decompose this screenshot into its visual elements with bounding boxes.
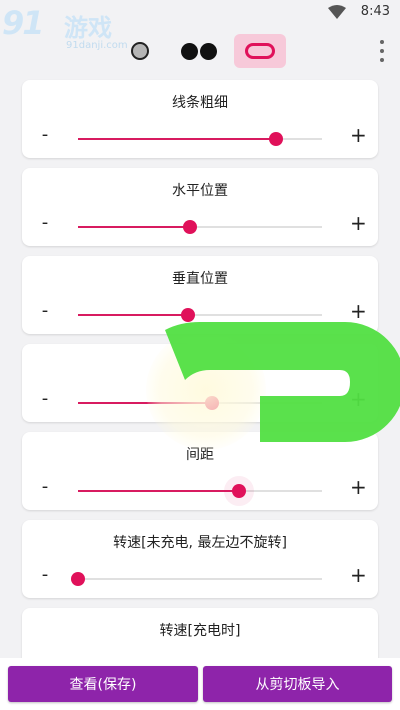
slider-fill: [78, 402, 213, 404]
slider-track[interactable]: [78, 396, 322, 410]
slider-fill: [78, 138, 276, 140]
slider-card: 线条粗细 - +: [22, 80, 378, 158]
slider-fill: [78, 226, 191, 228]
dot-icon: [181, 42, 198, 60]
slider-track[interactable]: [71, 572, 322, 586]
increase-button[interactable]: +: [350, 123, 367, 147]
decrease-button[interactable]: -: [38, 388, 52, 409]
increase-button[interactable]: +: [350, 563, 367, 587]
double-dot-shape-button[interactable]: [176, 34, 222, 68]
dot-icon: [200, 42, 217, 60]
slider-card: 间距 - +: [22, 432, 378, 510]
slider-thumb[interactable]: [268, 132, 283, 146]
single-dot-shape-button[interactable]: [126, 34, 154, 68]
slider-thumb[interactable]: [205, 396, 220, 410]
decrease-button[interactable]: -: [38, 476, 52, 497]
decrease-button[interactable]: -: [38, 212, 52, 233]
pill-icon: [245, 43, 275, 59]
slider-thumb[interactable]: [71, 572, 85, 586]
slider-card: 垂直位置 - +: [22, 256, 378, 334]
slider-label: 线条粗细: [172, 95, 228, 111]
pill-shape-button[interactable]: [234, 34, 286, 68]
shape-toolbar: [0, 32, 400, 70]
slider-track[interactable]: [78, 308, 322, 322]
slider-card: 水平位置 - +: [22, 168, 378, 246]
decrease-button[interactable]: -: [38, 564, 52, 585]
wifi-icon: [328, 5, 346, 19]
decrease-button[interactable]: -: [38, 300, 52, 321]
slider-label: 垂直位置: [172, 271, 228, 287]
more-options-icon[interactable]: [378, 40, 386, 62]
slider-label: 水平位置: [172, 183, 228, 199]
slider-fill: [78, 314, 188, 316]
increase-button[interactable]: +: [350, 387, 367, 411]
status-time: 8:43: [360, 4, 390, 19]
slider-label: 转速[充电时]: [159, 623, 241, 639]
import-clipboard-button[interactable]: 从剪切板导入: [203, 666, 392, 702]
decrease-button[interactable]: -: [38, 124, 52, 145]
view-save-button[interactable]: 查看(保存): [8, 666, 198, 702]
slider-track[interactable]: [78, 132, 322, 146]
bottom-action-bar: 查看(保存) 从剪切板导入: [0, 658, 400, 710]
slider-thumb[interactable]: [180, 308, 195, 322]
increase-button[interactable]: +: [350, 299, 367, 323]
single-dot-icon: [131, 42, 149, 60]
slider-track[interactable]: [78, 220, 322, 234]
slider-thumb[interactable]: [232, 484, 247, 498]
slider-track[interactable]: [78, 484, 322, 498]
slider-card: - +: [22, 344, 378, 422]
slider-fill: [78, 490, 240, 492]
slider-card: 转速[未充电, 最左边不旋转] - +: [22, 520, 378, 598]
slider-label: 间距: [186, 447, 214, 463]
increase-button[interactable]: +: [350, 475, 367, 499]
slider-label: 转速[未充电, 最左边不旋转]: [113, 535, 287, 551]
slider-thumb[interactable]: [183, 220, 198, 234]
increase-button[interactable]: +: [350, 211, 367, 235]
